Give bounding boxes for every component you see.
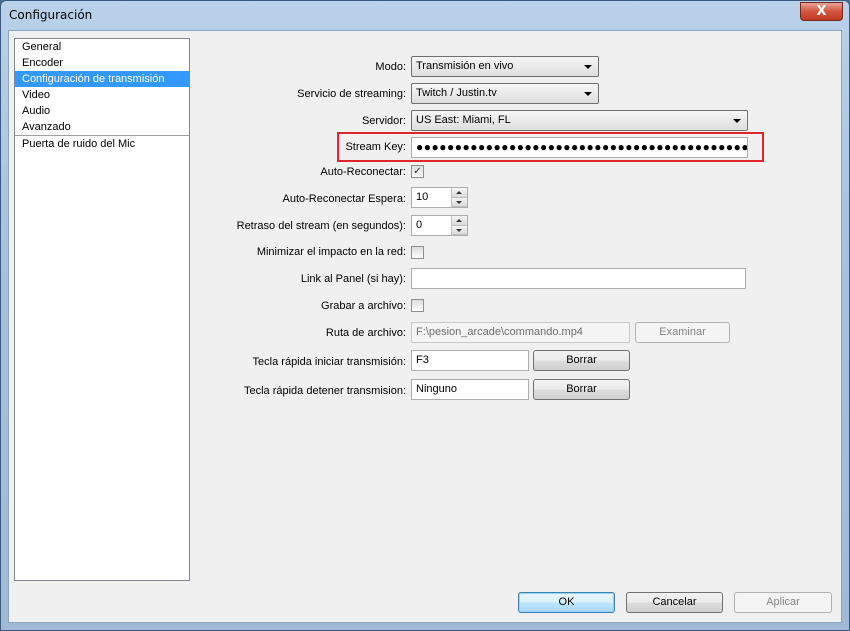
chevron-down-icon: [733, 119, 741, 123]
check-icon: ✓: [413, 166, 422, 177]
sidebar-item-advanced[interactable]: Avanzado: [15, 119, 189, 135]
dialog-client-area: General Encoder Configuración de transmi…: [8, 30, 842, 623]
hotkey-start-label: Tecla rápida iniciar transmisión:: [252, 356, 406, 368]
spinner-buttons: [451, 188, 467, 207]
ok-button[interactable]: OK: [518, 592, 615, 613]
clear-stop-hotkey-button[interactable]: Borrar: [533, 379, 630, 400]
stream-key-input[interactable]: ●●●●●●●●●●●●●●●●●●●●●●●●●●●●●●●●●●●●●●●●…: [411, 137, 748, 158]
mode-value: Transmisión en vivo: [416, 60, 514, 72]
server-label: Servidor:: [361, 115, 406, 127]
minimize-impact-label: Minimizar el impacto en la red:: [256, 246, 406, 258]
server-select[interactable]: US East: Miami, FL: [411, 110, 748, 131]
save-to-file-label: Grabar a archivo:: [321, 300, 406, 312]
minimize-impact-checkbox[interactable]: [411, 246, 424, 259]
chevron-down-icon: [584, 65, 592, 69]
stream-key-value: ●●●●●●●●●●●●●●●●●●●●●●●●●●●●●●●●●●●●●●●●…: [416, 140, 748, 154]
hotkey-stop-input[interactable]: Ninguno: [411, 379, 529, 400]
cancel-button[interactable]: Cancelar: [626, 592, 723, 613]
title-bar[interactable]: Configuración X: [1, 1, 849, 29]
stream-delay-value: 0: [416, 219, 423, 231]
spinner-buttons: [451, 216, 467, 235]
chevron-down-icon: [584, 92, 592, 96]
spin-up-icon[interactable]: [452, 216, 467, 226]
sidebar-item-mic-noise-gate[interactable]: Puerta de ruido del Mic: [15, 136, 189, 152]
stream-key-label: Stream Key:: [345, 141, 406, 153]
auto-reconnect-label: Auto-Reconectar:: [320, 166, 406, 178]
sidebar-item-broadcast-settings[interactable]: Configuración de transmisión: [15, 71, 189, 87]
service-value: Twitch / Justin.tv: [416, 87, 497, 99]
auto-reconnect-wait-spinner[interactable]: 10: [411, 187, 468, 208]
file-path-input[interactable]: F:\pesion_arcade\commando.mp4: [411, 322, 630, 343]
dashboard-link-label: Link al Panel (si hay):: [300, 273, 406, 285]
auto-reconnect-checkbox[interactable]: ✓: [411, 165, 424, 178]
service-label: Servicio de streaming:: [297, 88, 406, 100]
close-button[interactable]: X: [800, 2, 843, 21]
hotkey-start-value: F3: [416, 354, 429, 366]
hotkey-stop-label: Tecla rápida detener transmision:: [243, 385, 406, 397]
settings-window: Configuración X General Encoder Configur…: [0, 0, 850, 631]
service-select[interactable]: Twitch / Justin.tv: [411, 83, 599, 104]
settings-category-list[interactable]: General Encoder Configuración de transmi…: [14, 38, 190, 581]
stream-delay-label: Retraso del stream (en segundos):: [236, 220, 406, 232]
clear-start-hotkey-button[interactable]: Borrar: [533, 350, 630, 371]
sidebar-item-video[interactable]: Video: [15, 87, 189, 103]
spin-down-icon[interactable]: [452, 225, 467, 235]
window-title: Configuración: [9, 8, 93, 22]
sidebar-item-general[interactable]: General: [15, 39, 189, 55]
auto-reconnect-wait-label: Auto-Reconectar Espera:: [282, 193, 406, 205]
hotkey-start-input[interactable]: F3: [411, 350, 529, 371]
close-icon: X: [816, 4, 827, 19]
dashboard-link-input[interactable]: [411, 268, 746, 289]
sidebar-item-encoder[interactable]: Encoder: [15, 55, 189, 71]
file-path-label: Ruta de archivo:: [325, 327, 406, 339]
sidebar-item-audio[interactable]: Audio: [15, 103, 189, 119]
apply-button[interactable]: Aplicar: [734, 592, 832, 613]
browse-button[interactable]: Examinar: [635, 322, 730, 343]
file-path-value: F:\pesion_arcade\commando.mp4: [416, 326, 583, 338]
auto-reconnect-wait-value: 10: [416, 191, 429, 203]
server-value: US East: Miami, FL: [416, 114, 511, 126]
mode-select[interactable]: Transmisión en vivo: [411, 56, 599, 77]
spin-down-icon[interactable]: [452, 197, 467, 207]
hotkey-stop-value: Ninguno: [416, 383, 457, 395]
mode-label: Modo:: [375, 61, 406, 73]
save-to-file-checkbox[interactable]: [411, 299, 424, 312]
spin-up-icon[interactable]: [452, 188, 467, 198]
stream-delay-spinner[interactable]: 0: [411, 215, 468, 236]
